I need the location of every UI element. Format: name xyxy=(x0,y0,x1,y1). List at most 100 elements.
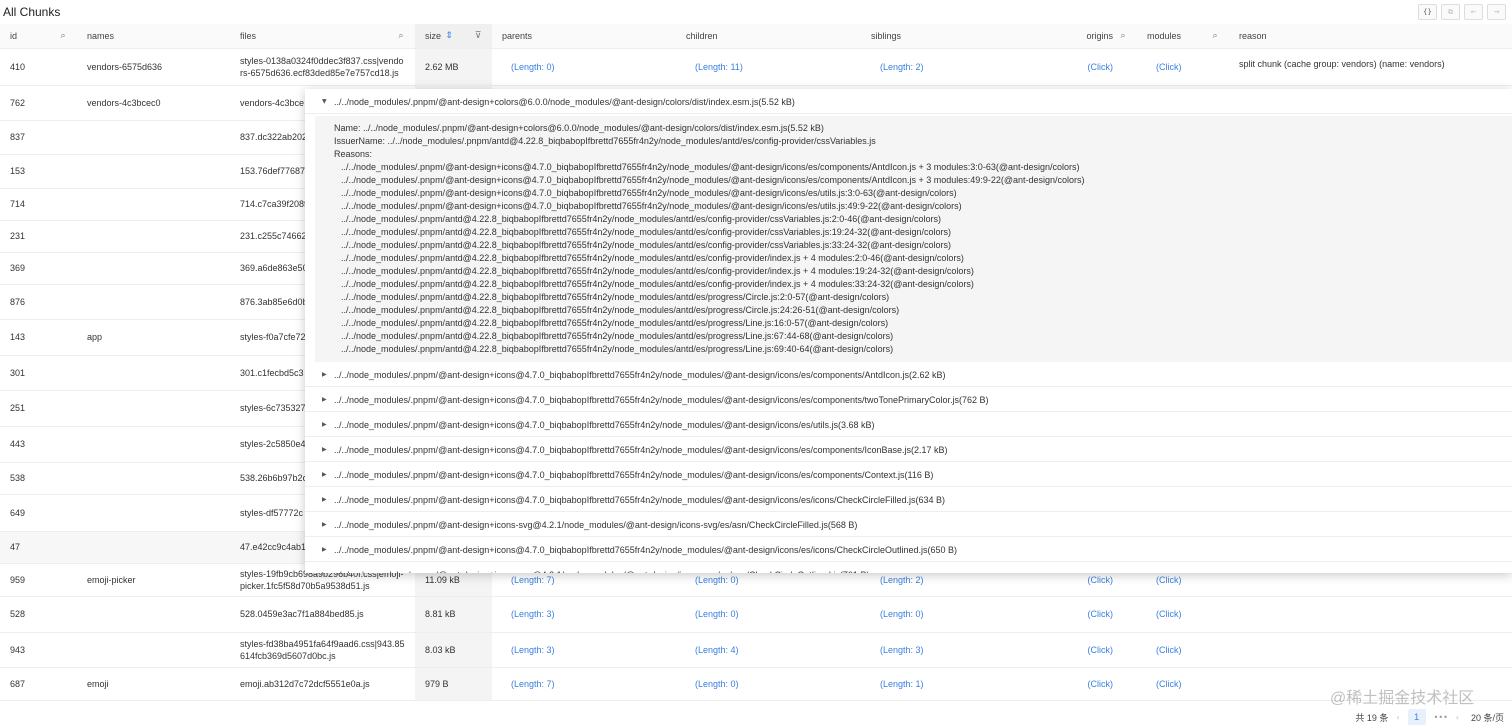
filter-icon[interactable]: ⊽ xyxy=(472,30,484,42)
table-row[interactable]: 687 emoji emoji.ab312d7c72dcf5551e0a.js 979… xyxy=(0,667,1512,701)
sort-icon[interactable]: ⇕ xyxy=(443,30,455,42)
caret-right-icon[interactable]: ▶ xyxy=(322,487,327,513)
cell-children-text[interactable]: (Length: 0) xyxy=(686,575,739,585)
cell-modules[interactable]: (Click) xyxy=(1137,596,1229,633)
cell-children[interactable]: (Length: 0) xyxy=(676,596,861,633)
cell-parents[interactable]: (Length: 3) xyxy=(492,632,676,668)
collapsed-module-row[interactable]: ▶ ../../node_modules/.pnpm/@ant-design+ic… xyxy=(305,537,1512,562)
col-header-id[interactable]: id ⌕ xyxy=(0,24,77,49)
cell-modules-text[interactable]: (Click) xyxy=(1147,609,1182,619)
cell-parents[interactable]: (Length: 0) xyxy=(492,48,676,86)
caret-right-icon[interactable]: ▶ xyxy=(322,562,327,573)
collapsed-module-row[interactable]: ▶ ../../node_modules/.pnpm/@ant-design+ic… xyxy=(305,387,1512,412)
cell-children[interactable]: (Length: 4) xyxy=(676,632,861,668)
search-icon[interactable]: ⌕ xyxy=(1117,30,1129,42)
cell-siblings[interactable]: (Length: 2) xyxy=(861,48,1045,86)
cell-parents-text[interactable]: (Length: 0) xyxy=(502,62,555,72)
copy-button[interactable]: ⧉ xyxy=(1441,4,1460,20)
page-size-select[interactable]: 20 条/页 xyxy=(1467,709,1508,726)
cell-siblings-text[interactable]: (Length: 3) xyxy=(871,645,924,655)
cell-children[interactable]: (Length: 11) xyxy=(676,48,861,86)
collapsed-module-row[interactable]: ▶ ../../node_modules/.pnpm/@ant-design+ic… xyxy=(305,437,1512,462)
cell-siblings-text[interactable]: (Length: 0) xyxy=(871,609,924,619)
prev-page-button[interactable]: ‹ xyxy=(1396,713,1399,722)
table-row[interactable]: 528 528.0459e3ac7f1a884bed85.js 8.81 kB (Le… xyxy=(0,596,1512,633)
cell-origins-text[interactable]: (Click) xyxy=(1079,679,1114,689)
caret-right-icon[interactable]: ▶ xyxy=(322,462,327,488)
cell-children-text[interactable]: (Length: 4) xyxy=(686,645,739,655)
cell-siblings-text[interactable]: (Length: 2) xyxy=(871,62,924,72)
collapsed-module-row[interactable]: ▶ ../../node_modules/.pnpm/@ant-design+ic… xyxy=(305,487,1512,512)
cell-origins-text[interactable]: (Click) xyxy=(1079,645,1114,655)
json-view-button[interactable]: {} xyxy=(1418,4,1437,20)
cell-names-text: emoji-picker xyxy=(87,574,136,585)
next-page-button[interactable]: › xyxy=(1456,713,1459,722)
collapsed-module-row[interactable]: ▶ ../../node_modules/.pnpm/@ant-design+ic… xyxy=(305,462,1512,487)
caret-right-icon[interactable]: ▶ xyxy=(322,512,327,538)
collapsed-module-row[interactable]: ▶ ../../node_modules/.pnpm/@ant-design+ic… xyxy=(305,412,1512,437)
cell-modules-text[interactable]: (Click) xyxy=(1147,679,1182,689)
cell-parents[interactable]: (Length: 3) xyxy=(492,596,676,633)
cell-children-text[interactable]: (Length: 11) xyxy=(686,62,743,72)
cell-children-text[interactable]: (Length: 0) xyxy=(686,609,739,619)
cell-siblings[interactable]: (Length: 3) xyxy=(861,632,1045,668)
cell-origins-text[interactable]: (Click) xyxy=(1079,609,1114,619)
collapsed-module-row[interactable]: ▶ ../../node_modules/.pnpm/@ant-design+ic… xyxy=(305,362,1512,387)
cell-parents-text[interactable]: (Length: 7) xyxy=(502,679,555,689)
cell-children[interactable]: (Length: 0) xyxy=(676,667,861,701)
cell-reason xyxy=(1229,596,1512,633)
col-header-reason[interactable]: reason xyxy=(1229,24,1512,49)
cell-origins[interactable]: (Click) xyxy=(1045,596,1137,633)
cell-parents[interactable]: (Length: 7) xyxy=(492,667,676,701)
search-icon[interactable]: ⌕ xyxy=(57,30,69,42)
caret-right-icon[interactable]: ▶ xyxy=(322,437,327,463)
col-header-origins[interactable]: origins ⌕ xyxy=(1045,24,1137,49)
col-header-children[interactable]: children xyxy=(676,24,861,49)
collapsed-module-row[interactable]: ▶ ../../node_modules/.pnpm/@ant-design+ic… xyxy=(305,512,1512,537)
table-row[interactable]: 410 vendors-6575d636 styles-0138a0324f0dde… xyxy=(0,48,1512,86)
cell-modules-text[interactable]: (Click) xyxy=(1147,645,1182,655)
cell-modules[interactable]: (Click) xyxy=(1137,632,1229,668)
collapsed-module-row[interactable]: ▶ ../../node_modules/.pnpm/@ant-design+ic… xyxy=(305,562,1512,573)
cell-files-text: styles-fd38ba4951fa64f9aad6.css|943.8561… xyxy=(240,638,405,661)
caret-right-icon[interactable]: ▶ xyxy=(322,362,327,388)
cell-origins[interactable]: (Click) xyxy=(1045,48,1137,86)
cell-modules[interactable]: (Click) xyxy=(1137,48,1229,86)
search-icon[interactable]: ⌕ xyxy=(1209,30,1221,42)
caret-right-icon[interactable]: ▶ xyxy=(322,387,327,413)
caret-down-icon[interactable]: ▼ xyxy=(322,89,327,115)
more-pages-button[interactable]: ••• xyxy=(1434,713,1448,722)
cell-modules[interactable]: (Click) xyxy=(1137,667,1229,701)
col-header-size[interactable]: size ⇕ ⊽ xyxy=(415,24,492,49)
table-row[interactable]: 943 styles-fd38ba4951fa64f9aad6.css|943.8… xyxy=(0,632,1512,668)
cell-siblings[interactable]: (Length: 1) xyxy=(861,667,1045,701)
cell-origins-text[interactable]: (Click) xyxy=(1079,575,1114,585)
col-header-siblings[interactable]: siblings xyxy=(861,24,1045,49)
cell-id: 762 xyxy=(0,85,77,121)
cell-modules-text[interactable]: (Click) xyxy=(1147,62,1182,72)
cell-siblings-text[interactable]: (Length: 1) xyxy=(871,679,924,689)
forward-button[interactable]: → xyxy=(1487,4,1506,20)
cell-origins[interactable]: (Click) xyxy=(1045,632,1137,668)
back-button[interactable]: ← xyxy=(1464,4,1483,20)
col-header-label: reason xyxy=(1239,30,1267,41)
cell-modules-text[interactable]: (Click) xyxy=(1147,575,1182,585)
cell-parents-text[interactable]: (Length: 3) xyxy=(502,645,555,655)
cell-origins-text[interactable]: (Click) xyxy=(1079,62,1114,72)
search-icon[interactable]: ⌕ xyxy=(395,30,407,42)
col-header-modules[interactable]: modules ⌕ xyxy=(1137,24,1229,49)
cell-files: 528.0459e3ac7f1a884bed85.js xyxy=(230,596,415,633)
cell-children-text[interactable]: (Length: 0) xyxy=(686,679,739,689)
caret-right-icon[interactable]: ▶ xyxy=(322,537,327,563)
col-header-files[interactable]: files ⌕ xyxy=(230,24,415,49)
cell-parents-text[interactable]: (Length: 7) xyxy=(502,575,555,585)
cell-origins[interactable]: (Click) xyxy=(1045,667,1137,701)
col-header-parents[interactable]: parents xyxy=(492,24,676,49)
cell-siblings-text[interactable]: (Length: 2) xyxy=(871,575,924,585)
cell-siblings[interactable]: (Length: 0) xyxy=(861,596,1045,633)
caret-right-icon[interactable]: ▶ xyxy=(322,412,327,438)
col-header-names[interactable]: names xyxy=(77,24,230,49)
expanded-module-row[interactable]: ▼ ../../node_modules/.pnpm/@ant-design+c… xyxy=(305,89,1512,114)
page-1-button[interactable]: 1 xyxy=(1407,709,1426,725)
cell-parents-text[interactable]: (Length: 3) xyxy=(502,609,555,619)
